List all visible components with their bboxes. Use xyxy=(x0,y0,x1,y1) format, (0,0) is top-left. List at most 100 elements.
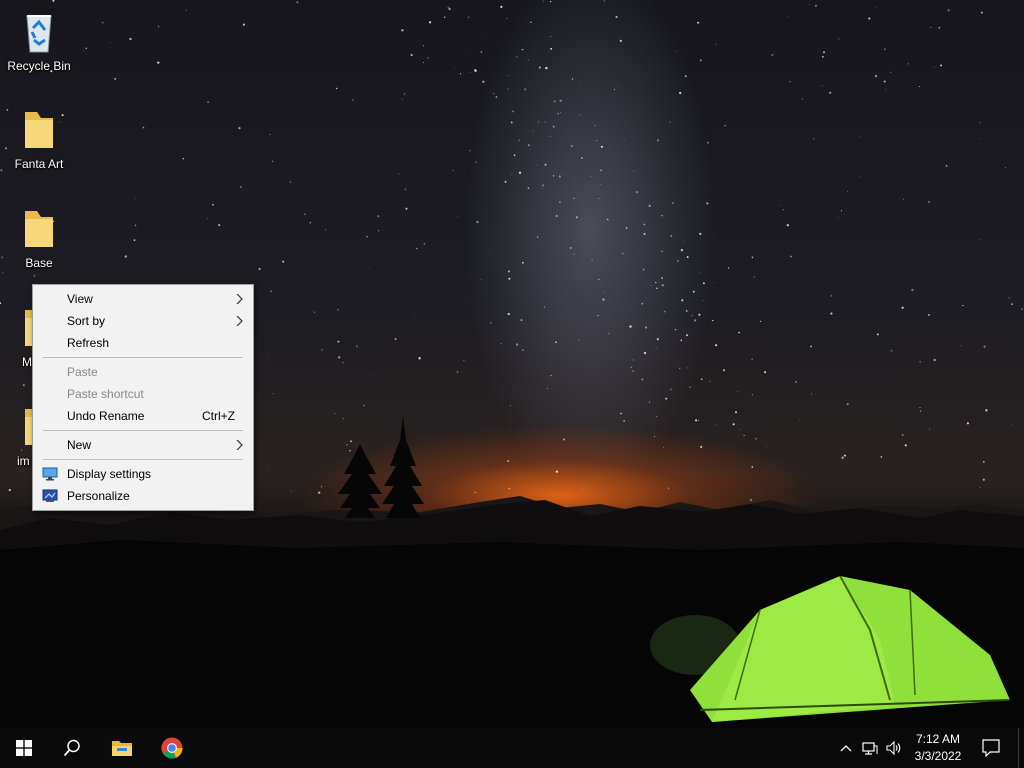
recycle-bin-desktop-icon[interactable]: Recycle Bin xyxy=(0,8,78,74)
star xyxy=(883,80,886,83)
volume-icon[interactable] xyxy=(886,740,902,756)
star xyxy=(624,139,626,140)
star xyxy=(700,272,701,274)
star xyxy=(919,360,921,363)
menu-item-display-settings[interactable]: Display settings xyxy=(33,463,253,485)
star xyxy=(715,344,718,347)
menu-item-refresh[interactable]: Refresh xyxy=(33,332,253,354)
menu-item-new[interactable]: New xyxy=(33,434,253,456)
star xyxy=(377,215,380,217)
star xyxy=(212,203,214,206)
star xyxy=(550,35,552,37)
star xyxy=(552,125,555,128)
desktop-icon-label: Recycle Bin xyxy=(7,59,71,73)
star xyxy=(938,26,941,29)
action-center-button[interactable] xyxy=(978,728,1018,768)
star xyxy=(608,317,610,319)
star xyxy=(443,16,446,19)
folder-desktop-icon[interactable]: Fanta Art xyxy=(0,106,78,172)
star xyxy=(715,43,717,46)
star xyxy=(613,88,615,90)
star xyxy=(558,175,561,178)
star xyxy=(516,56,518,58)
star xyxy=(538,66,541,69)
menu-item-sort-by[interactable]: Sort by xyxy=(33,310,253,332)
star xyxy=(730,248,732,250)
star xyxy=(476,220,479,224)
star xyxy=(522,261,524,264)
star xyxy=(1003,101,1005,102)
star xyxy=(960,345,962,347)
star xyxy=(779,205,781,207)
menu-item-shortcut: Ctrl+Z xyxy=(202,409,235,423)
menu-item-personalize[interactable]: Personalize xyxy=(33,485,253,507)
file-explorer-button[interactable] xyxy=(98,728,146,768)
start-button[interactable] xyxy=(0,728,48,768)
star xyxy=(527,187,530,189)
star xyxy=(500,343,502,345)
network-icon[interactable] xyxy=(862,740,878,756)
star xyxy=(83,49,85,51)
menu-separator xyxy=(43,430,243,431)
star xyxy=(544,121,546,123)
star xyxy=(951,256,953,258)
menu-item-view[interactable]: View xyxy=(33,288,253,310)
chevron-up-icon[interactable] xyxy=(838,740,854,756)
star xyxy=(965,181,966,183)
star xyxy=(625,226,628,229)
clock-time: 7:12 AM xyxy=(915,732,961,746)
star xyxy=(674,328,677,331)
star xyxy=(528,144,530,146)
star xyxy=(397,173,400,175)
menu-item-label: New xyxy=(67,438,92,452)
star xyxy=(632,359,634,361)
show-desktop-button[interactable] xyxy=(1018,728,1024,768)
star xyxy=(157,61,160,64)
star xyxy=(889,71,892,74)
star xyxy=(616,84,618,86)
star xyxy=(641,303,644,305)
star xyxy=(513,154,516,156)
clock-date: 3/3/2022 xyxy=(914,749,962,763)
star xyxy=(684,75,687,78)
star xyxy=(542,0,544,2)
star xyxy=(615,15,618,19)
star xyxy=(709,380,711,382)
star xyxy=(378,230,380,232)
star xyxy=(702,282,705,285)
star xyxy=(661,284,664,287)
star xyxy=(537,121,540,123)
star xyxy=(596,140,598,142)
chrome-button[interactable] xyxy=(148,728,196,768)
star xyxy=(983,345,986,348)
star xyxy=(550,0,552,3)
star xyxy=(700,378,703,381)
star xyxy=(702,299,704,301)
desktop-context-menu: View Sort by Refresh Paste Paste shortcu… xyxy=(32,284,254,511)
star xyxy=(694,319,697,322)
star xyxy=(522,349,524,351)
star xyxy=(470,72,471,74)
folder-desktop-icon[interactable]: Base xyxy=(0,205,78,271)
desktop[interactable]: Recycle Bin Fanta Art Base M im View Sor… xyxy=(0,0,1024,768)
star xyxy=(678,367,681,370)
search-button[interactable] xyxy=(48,728,96,768)
star xyxy=(134,224,137,226)
menu-separator xyxy=(43,357,243,358)
star xyxy=(672,202,674,204)
star xyxy=(676,259,680,263)
star xyxy=(289,181,292,183)
star xyxy=(837,216,839,218)
star xyxy=(669,121,671,123)
star xyxy=(129,37,132,41)
menu-item-paste-shortcut: Paste shortcut xyxy=(33,383,253,405)
star xyxy=(495,96,498,98)
star xyxy=(795,381,797,383)
star xyxy=(962,304,964,307)
star xyxy=(555,341,557,344)
star xyxy=(885,89,887,91)
star xyxy=(686,367,688,369)
star xyxy=(467,16,470,19)
menu-item-undo-rename[interactable]: Undo Rename Ctrl+Z xyxy=(33,405,253,427)
taskbar-clock[interactable]: 7:12 AM 3/3/2022 xyxy=(904,731,972,765)
